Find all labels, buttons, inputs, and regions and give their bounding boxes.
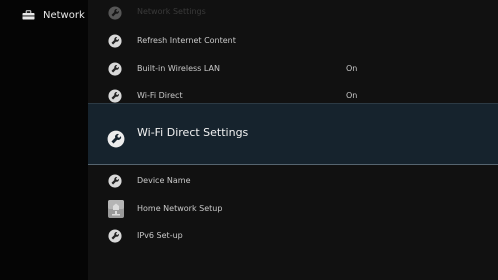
list-item-label: Built-in Wireless LAN bbox=[137, 64, 220, 73]
list-item-label: Refresh Internet Content bbox=[137, 36, 236, 45]
list-item-label: IPv6 Set-up bbox=[137, 231, 183, 240]
list-item-ipv6-set-up[interactable]: IPv6 Set-up bbox=[88, 223, 498, 249]
list-item-value: On bbox=[346, 91, 358, 100]
list-item-network-settings[interactable]: Network Settings bbox=[88, 0, 498, 26]
wrench-icon bbox=[107, 88, 123, 104]
toolbox-icon bbox=[22, 10, 35, 20]
wrench-icon bbox=[107, 130, 125, 148]
wrench-icon bbox=[107, 61, 123, 77]
category-network[interactable]: Network bbox=[22, 8, 85, 22]
sidebar: Network bbox=[0, 0, 88, 280]
list-item-device-name[interactable]: Device Name bbox=[88, 168, 498, 194]
list-item-built-in-wireless-lan[interactable]: Built-in Wireless LAN On bbox=[88, 56, 498, 82]
list-item-wi-fi-direct-settings[interactable]: Wi-Fi Direct Settings bbox=[88, 103, 498, 165]
list-item-label: Network Settings bbox=[137, 7, 206, 16]
list-item-label: Wi-Fi Direct Settings bbox=[137, 126, 249, 139]
settings-screen: Network Network Settings Refresh Interne… bbox=[0, 0, 498, 280]
list-item-label: Wi-Fi Direct bbox=[137, 91, 183, 100]
list-item-refresh-internet-content[interactable]: Refresh Internet Content bbox=[88, 28, 498, 54]
list-item-label: Home Network Setup bbox=[137, 204, 223, 213]
wrench-icon bbox=[107, 33, 123, 49]
wrench-icon bbox=[107, 173, 123, 189]
wrench-icon bbox=[107, 5, 123, 21]
category-label: Network bbox=[43, 9, 85, 21]
list-item-home-network-setup[interactable]: Home Network Setup bbox=[88, 196, 498, 222]
list-item-label: Device Name bbox=[137, 176, 191, 185]
home-network-icon bbox=[107, 199, 125, 219]
wrench-icon bbox=[107, 228, 123, 244]
settings-list: Network Settings Refresh Internet Conten… bbox=[88, 0, 498, 280]
list-item-value: On bbox=[346, 64, 358, 73]
